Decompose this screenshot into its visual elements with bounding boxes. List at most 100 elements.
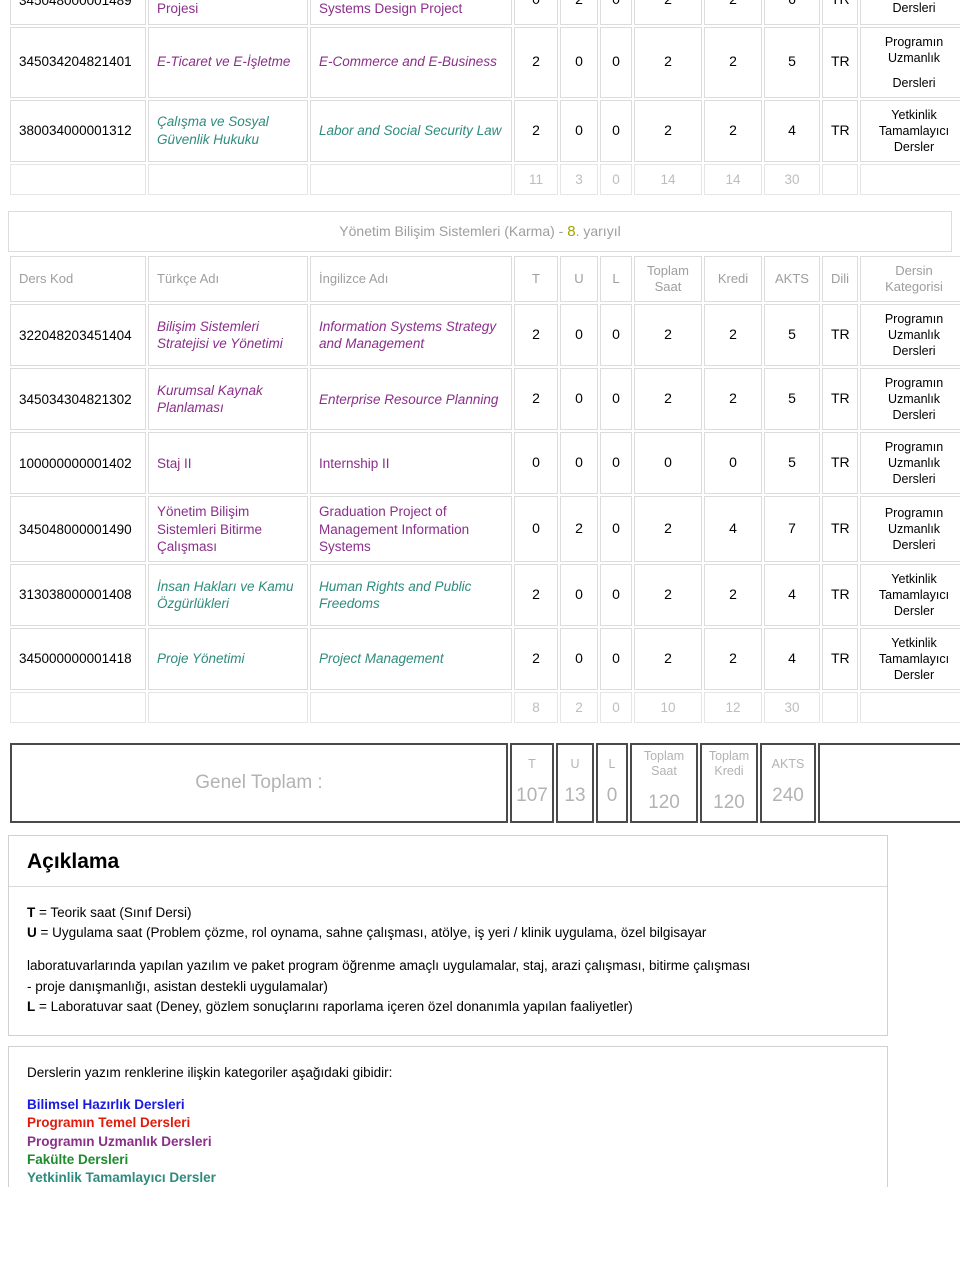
cell-course-name-tr[interactable]: Kurumsal Kaynak Planlaması <box>148 368 308 431</box>
cell-course-name-en[interactable]: Internship II <box>310 432 512 495</box>
cell-theory-hours: 0 <box>514 496 558 563</box>
cell-credit: 2 <box>704 26 762 98</box>
cell-course-code: 322048203451404 <box>10 304 146 367</box>
semester-section-title: Yönetim Bilişim Sistemleri (Karma) - 8. … <box>8 210 952 252</box>
legend-body: Derslerin yazım renklerine ilişkin kateg… <box>9 1047 887 1187</box>
cell-theory-hours: 2 <box>514 564 558 627</box>
table-row: 380034000001312 Çalışma ve Sosyal Güvenli… <box>10 99 960 162</box>
aciklama-cont-1: laboratuvarlarında yapılan yazılım ve pa… <box>27 958 751 974</box>
aciklama-text-t: = Teorik saat (Sınıf Dersi) <box>39 904 192 920</box>
cell-total-hours: 0 <box>634 432 702 495</box>
cell-theory-hours: 2 <box>514 304 558 367</box>
cell-lab-hours: 0 <box>600 99 632 162</box>
cell-akts: 5 <box>764 26 820 98</box>
curriculum-page: 345048000001489Sistemleri Tasarım Projes… <box>0 0 960 1188</box>
header-theory: T <box>514 255 558 303</box>
grand-total-u-header: U <box>570 756 580 771</box>
subtotal-theory: 11 <box>514 163 558 195</box>
cell-total-hours: 2 <box>634 368 702 431</box>
cell-course-code: 345048000001489 <box>10 0 146 25</box>
cell-course-name-tr[interactable]: Proje Yönetimi <box>148 628 308 691</box>
aciklama-key-l: L <box>27 998 36 1014</box>
cell-course-name-en[interactable]: Information Systems Strategy and Managem… <box>310 304 512 367</box>
cell-theory-hours: 2 <box>514 628 558 691</box>
cell-course-name-en[interactable]: E-Commerce and E-Business <box>310 26 512 98</box>
subtotal-lab: 0 <box>600 692 632 724</box>
subtotal-blank-lang <box>822 163 858 195</box>
subtotal-akts: 30 <box>764 163 820 195</box>
table-row: 345048000001489Sistemleri Tasarım Projes… <box>10 0 960 25</box>
cell-course-code: 380034000001312 <box>10 99 146 162</box>
cell-course-name-tr[interactable]: İnsan Hakları ve Kamu Özgürlükleri <box>148 564 308 627</box>
grand-total-l-value: 0 <box>606 784 618 806</box>
table-row: 345034204821401 E-Ticaret ve E-İşletme E-C… <box>10 26 960 98</box>
table-row: 345048000001490 Yönetim Bilişim Sistemler… <box>10 496 960 563</box>
aciklama-key-u: U <box>27 925 37 941</box>
cell-course-category: Yetkinlik Tamamlayıcı Dersler <box>860 628 960 691</box>
cell-course-category: Programın Uzmanlık Dersleri <box>860 26 960 98</box>
grand-total-t: T 107 <box>510 743 554 823</box>
grand-total-akts: AKTS 240 <box>760 743 816 823</box>
header-credit: Kredi <box>704 255 762 303</box>
cell-language: TR <box>822 99 858 162</box>
legend-item: Programın Temel Dersleri <box>27 1115 191 1131</box>
grand-total-t-value: 107 <box>516 784 548 806</box>
subtotal-practice: 3 <box>560 163 598 195</box>
cell-course-name-tr[interactable]: Bilişim Sistemleri Stratejisi ve Yönetim… <box>148 304 308 367</box>
aciklama-line-l: L = Laboratuvar saat (Deney, gözlem sonu… <box>27 997 869 1017</box>
cell-course-category: Programın Uzmanlık Dersleri <box>860 432 960 495</box>
grand-total-l: L 0 <box>596 743 628 823</box>
table-row: 100000000001402 Staj II Internship II 0 0 0 0 0… <box>10 432 960 495</box>
cell-lab-hours: 0 <box>600 564 632 627</box>
cell-language: TR <box>822 496 858 563</box>
grand-total-akts-header: AKTS <box>771 756 805 771</box>
cell-total-hours: 2 <box>634 304 702 367</box>
semester-8-course-table: Ders Kod Türkçe Adı İngilizce Adı T U L Toplam… <box>8 254 960 726</box>
cell-course-name-en[interactable]: Human Rights and Public Freedoms <box>310 564 512 627</box>
subtotal-blank-code <box>10 163 146 195</box>
cell-course-category: Uzmanlık Dersleri <box>860 0 960 25</box>
cell-akts: 5 <box>764 304 820 367</box>
grand-total-u: U 13 <box>556 743 594 823</box>
grand-total-label: Genel Toplam : <box>10 743 508 823</box>
grand-total-table: Genel Toplam : T 107 U 13 L 0 Toplam Saa… <box>8 741 960 825</box>
cell-course-name-en[interactable]: Labor and Social Security Law <box>310 99 512 162</box>
cell-practice-hours: 0 <box>560 368 598 431</box>
cell-course-name-en[interactable]: Project Management <box>310 628 512 691</box>
subtotal-blank-cat <box>860 163 960 195</box>
cell-course-code: 345000000001418 <box>10 628 146 691</box>
cell-course-category: Yetkinlik Tamamlayıcı Dersler <box>860 564 960 627</box>
cell-course-code: 100000000001402 <box>10 432 146 495</box>
cell-practice-hours: 0 <box>560 99 598 162</box>
cell-theory-hours: 2 <box>514 368 558 431</box>
grand-total-credit-value: 120 <box>713 792 745 814</box>
cell-theory-hours: 2 <box>514 26 558 98</box>
subtotal-lab: 0 <box>600 163 632 195</box>
cell-language: TR <box>822 26 858 98</box>
cell-course-name-tr[interactable]: Yönetim Bilişim Sistemleri Bitirme Çalış… <box>148 496 308 563</box>
cell-course-name-tr[interactable]: E-Ticaret ve E-İşletme <box>148 26 308 98</box>
semester-number: 8 <box>567 222 576 240</box>
semester-title-suffix: . yarıyıl <box>575 222 621 239</box>
cell-course-category: Yetkinlik Tamamlayıcı Dersler <box>860 99 960 162</box>
header-lab: L <box>600 255 632 303</box>
cell-course-name-tr[interactable]: Çalışma ve Sosyal Güvenlik Hukuku <box>148 99 308 162</box>
cell-course-name-tr[interactable]: Sistemleri Tasarım Projesi <box>148 0 308 25</box>
cell-lab-hours: 0 <box>600 432 632 495</box>
cell-course-name-en[interactable]: Graduation Project of Management Informa… <box>310 496 512 563</box>
cell-course-code: 345048000001490 <box>10 496 146 563</box>
header-name-tr: Türkçe Adı <box>148 255 308 303</box>
legend-item: Yetkinlik Tamamlayıcı Dersler <box>27 1170 216 1186</box>
subtotal-blank-en <box>310 692 512 724</box>
cell-course-name-tr[interactable]: Staj II <box>148 432 308 495</box>
cell-course-name-en[interactable]: Management Information Systems Design Pr… <box>310 0 512 25</box>
subtotal-practice: 2 <box>560 692 598 724</box>
grand-total-credit: Toplam Kredi 120 <box>700 743 758 823</box>
cell-course-name-en[interactable]: Enterprise Resource Planning <box>310 368 512 431</box>
cell-akts: 6 <box>764 0 820 25</box>
cell-practice-hours: 0 <box>560 26 598 98</box>
header-course-code: Ders Kod <box>10 255 146 303</box>
previous-semester-course-table: 345048000001489Sistemleri Tasarım Projes… <box>8 0 960 197</box>
cell-language: TR <box>822 368 858 431</box>
cell-lab-hours: 0 <box>600 304 632 367</box>
